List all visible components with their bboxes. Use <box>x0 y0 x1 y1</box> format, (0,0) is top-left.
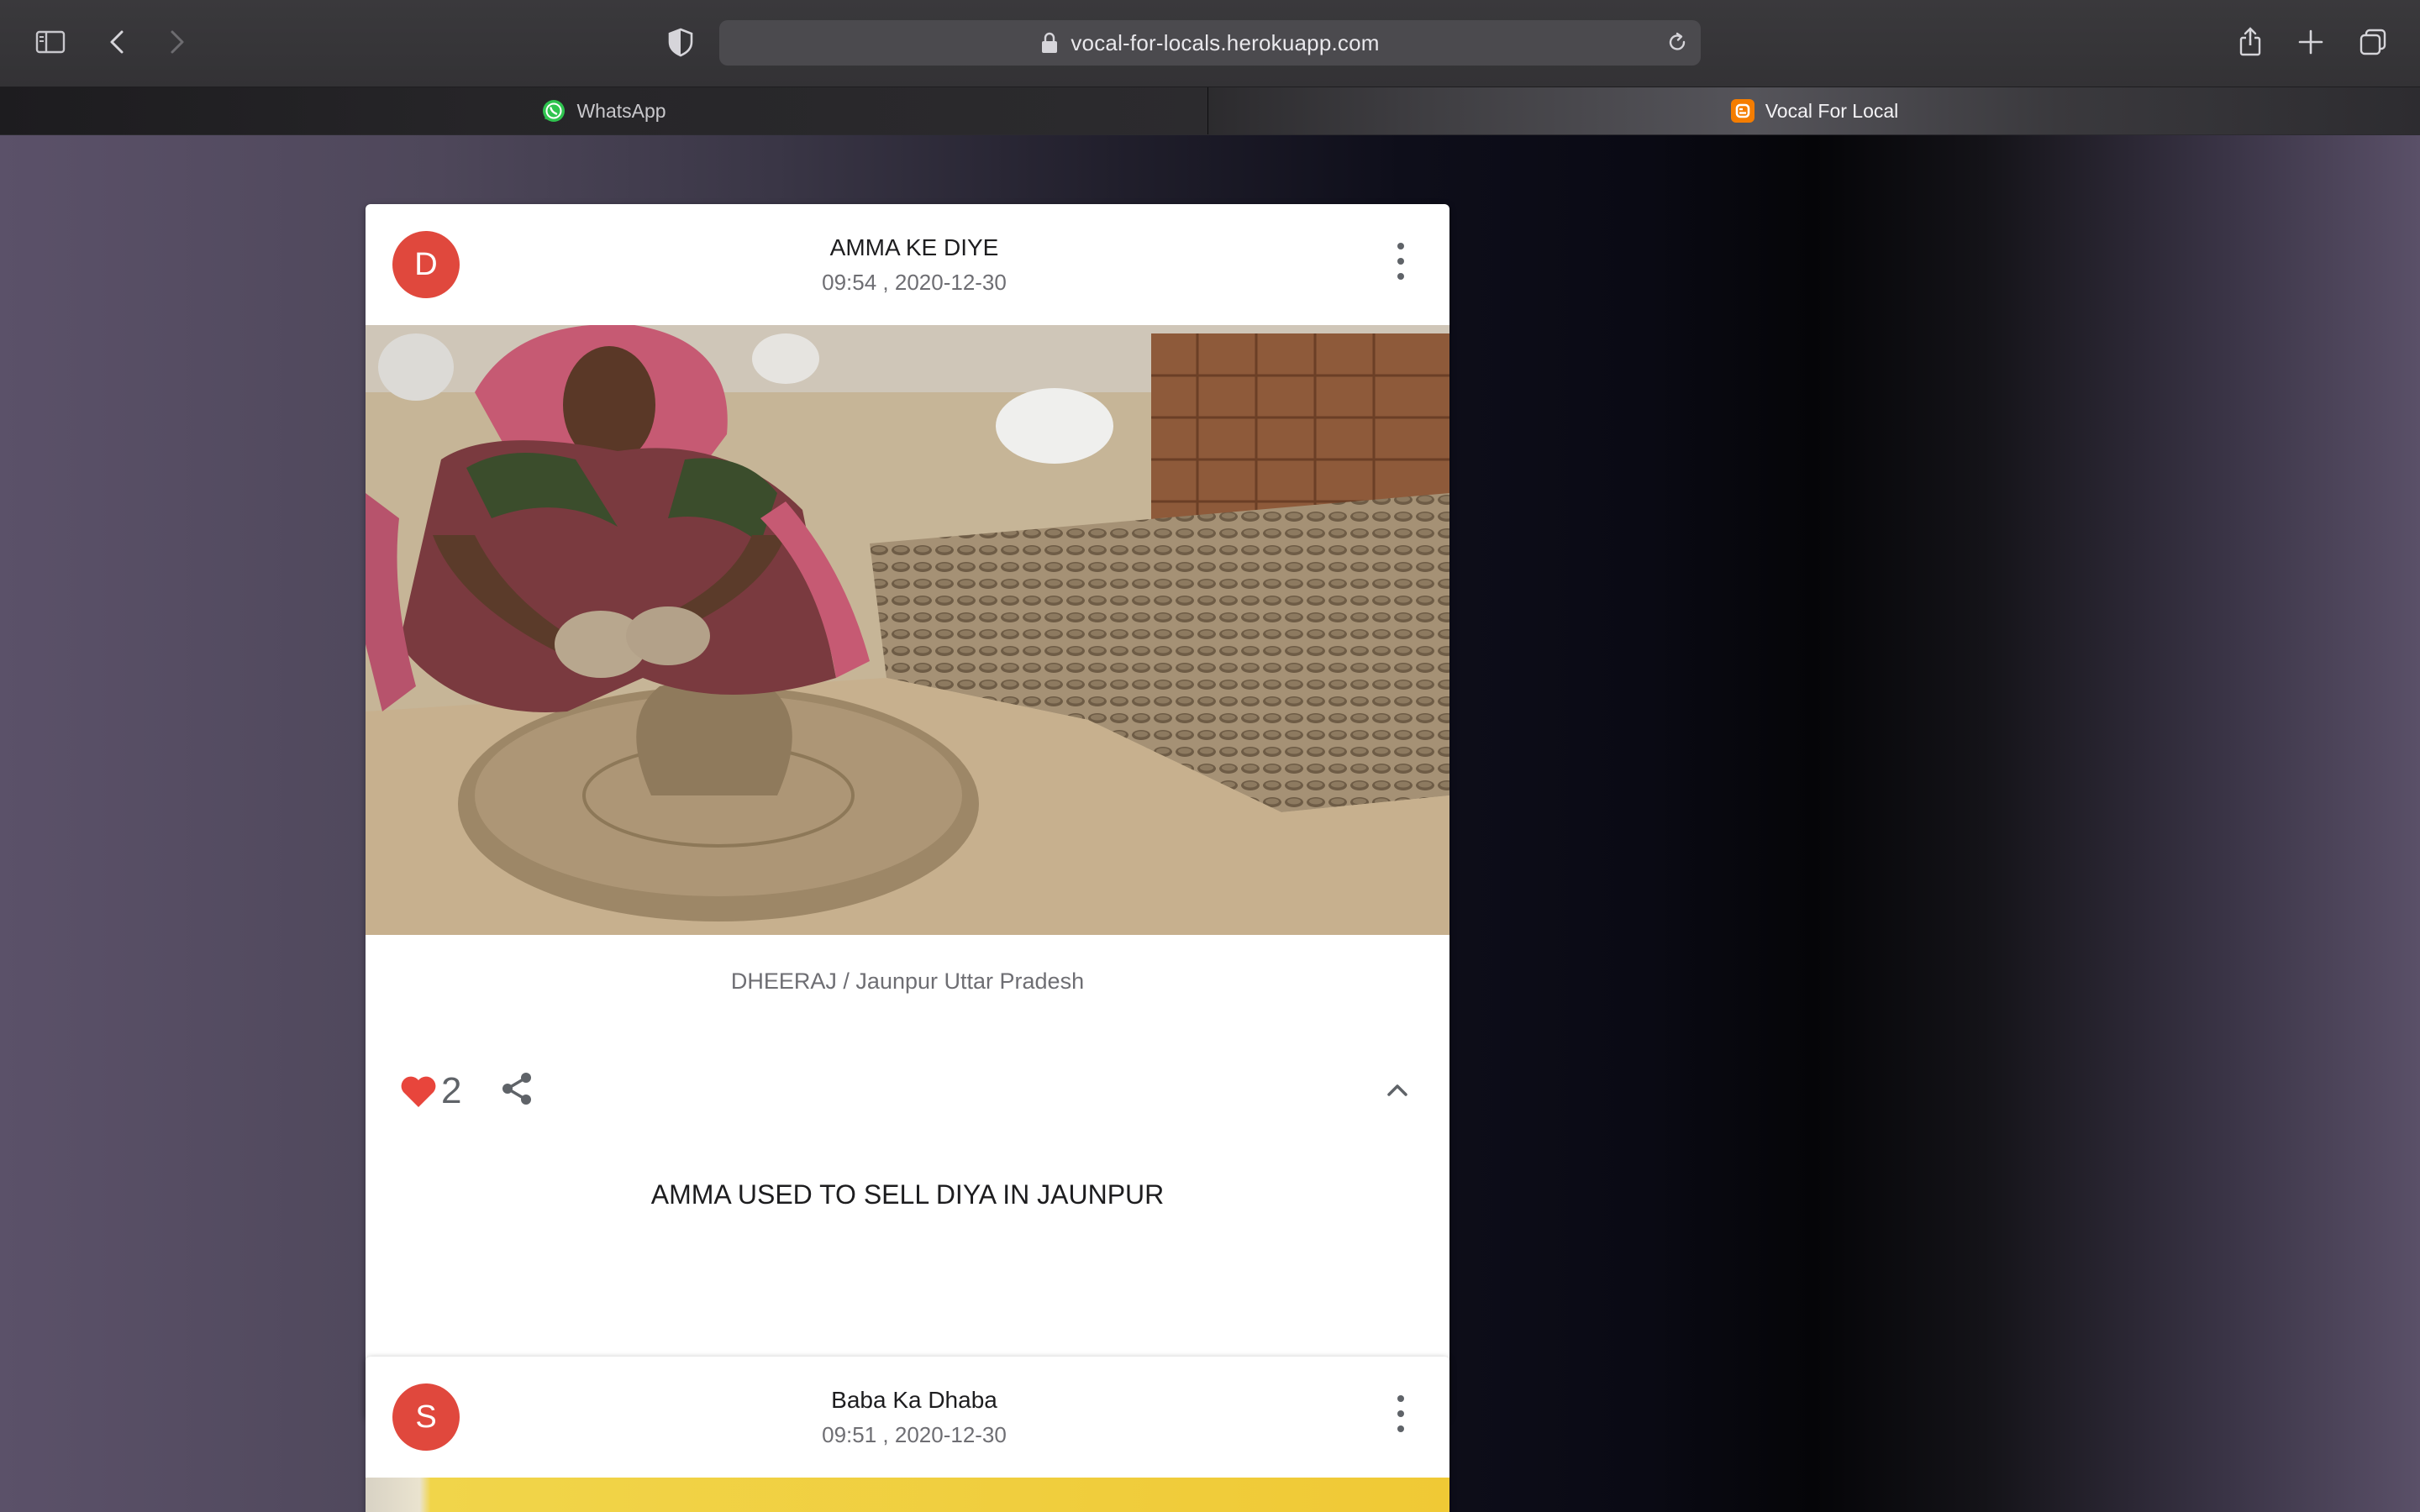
share-icon[interactable] <box>498 1070 535 1107</box>
post-title: AMMA KE DIYE <box>829 234 999 260</box>
more-options-icon[interactable] <box>1392 1395 1409 1432</box>
tab-strip: WhatsApp Vocal For Local <box>0 87 2420 134</box>
more-options-icon[interactable] <box>1392 243 1409 280</box>
post-card: D AMMA KE DIYE 09:54 , 2020-12-30 DHEERA… <box>366 204 1449 1419</box>
browser-toolbar: vocal-for-locals.herokuapp.com <box>0 0 2420 87</box>
tabs-overview-icon[interactable] <box>2349 18 2396 66</box>
tab-label: WhatsApp <box>576 99 666 122</box>
whatsapp-icon <box>543 100 566 122</box>
tab-whatsapp[interactable]: WhatsApp <box>0 87 1208 134</box>
share-icon[interactable] <box>2227 18 2274 66</box>
post-image <box>366 325 1449 935</box>
page-content: D AMMA KE DIYE 09:54 , 2020-12-30 DHEERA… <box>0 135 2420 1512</box>
like-count: 2 <box>441 1070 462 1111</box>
plus-icon[interactable] <box>2287 18 2334 66</box>
url-text: vocal-for-locals.herokuapp.com <box>1071 29 1380 55</box>
like-button[interactable]: 2 <box>399 1070 461 1112</box>
post-caption: DHEERAJ / Jaunpur Uttar Pradesh <box>730 969 1085 994</box>
post-header: D AMMA KE DIYE 09:54 , 2020-12-30 <box>366 204 1449 325</box>
heart-icon <box>401 1076 436 1107</box>
blogger-icon <box>1730 99 1754 123</box>
lock-icon <box>1042 32 1058 53</box>
forward-icon[interactable] <box>153 18 200 66</box>
shield-icon[interactable] <box>657 18 704 66</box>
tab-label: Vocal For Local <box>1765 99 1899 122</box>
sidebar-icon[interactable] <box>27 18 74 66</box>
chevron-up-icon[interactable] <box>1382 1075 1413 1105</box>
post-header: S Baba Ka Dhaba 09:51 , 2020-12-30 <box>366 1357 1449 1478</box>
post-timestamp: 09:51 , 2020-12-30 <box>822 1422 1007 1447</box>
post-image <box>366 1478 1449 1512</box>
address-bar[interactable]: vocal-for-locals.herokuapp.com <box>719 20 1701 66</box>
post-actions: 2 <box>366 1045 1449 1163</box>
post-timestamp: 09:54 , 2020-12-30 <box>822 270 1007 295</box>
back-icon[interactable] <box>94 18 141 66</box>
reload-icon[interactable] <box>1665 31 1689 55</box>
post-title: Baba Ka Dhaba <box>831 1387 997 1413</box>
post-description: AMMA USED TO SELL DIYA IN JAUNPUR <box>650 1179 1165 1210</box>
post-card: S Baba Ka Dhaba 09:51 , 2020-12-30 <box>366 1357 1449 1512</box>
tab-vocal-for-local[interactable]: Vocal For Local <box>1208 87 2420 134</box>
